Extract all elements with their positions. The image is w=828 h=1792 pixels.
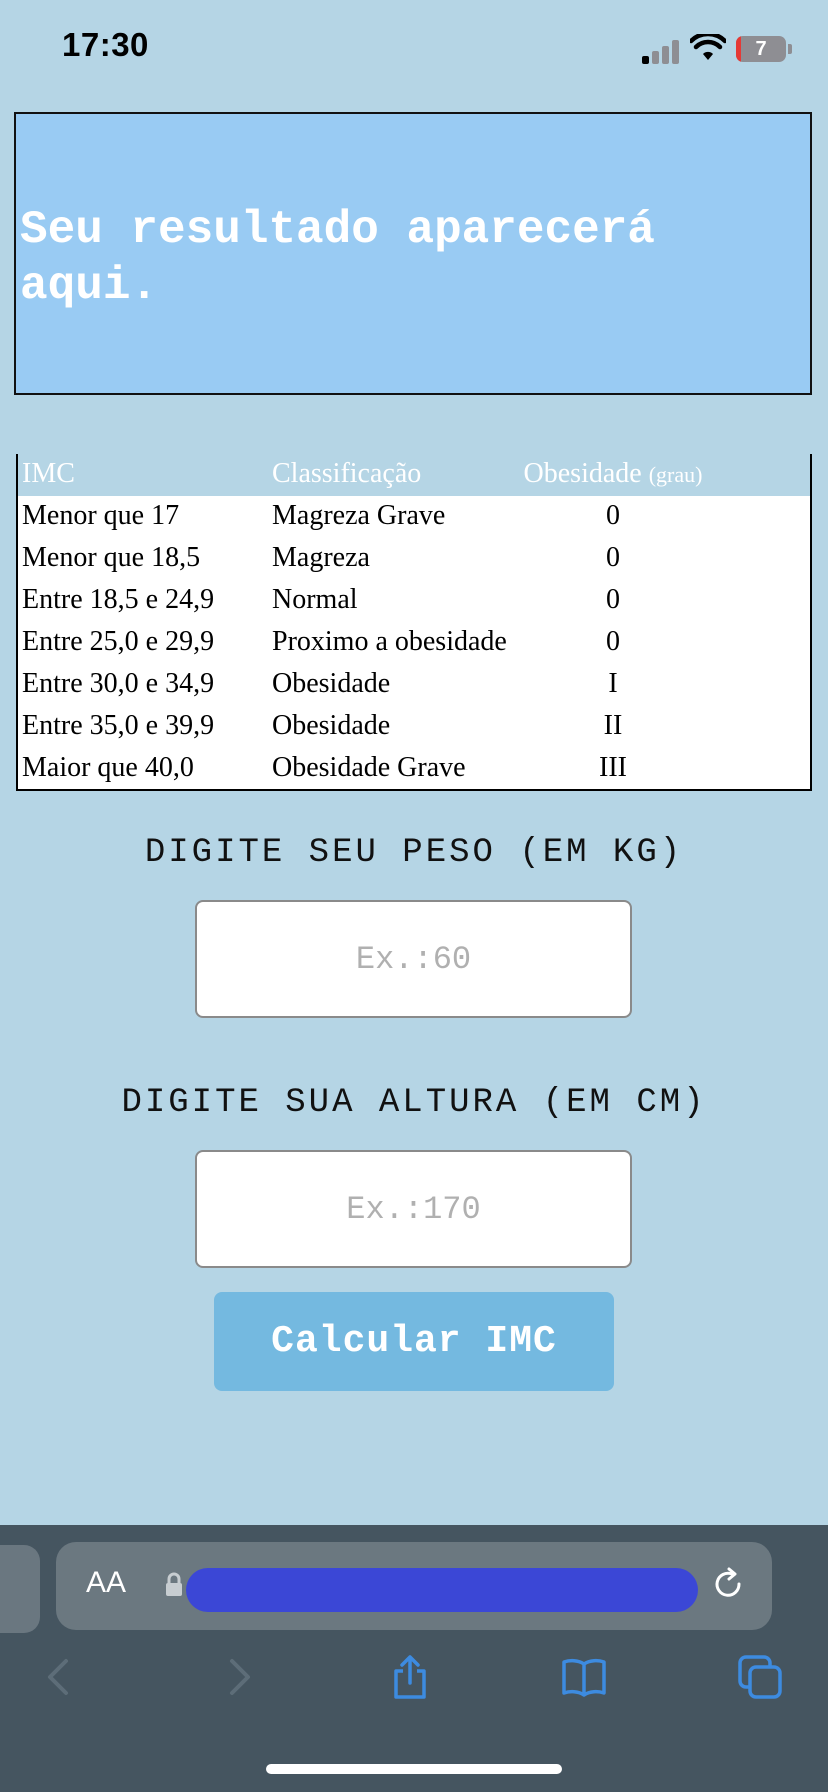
- row-imc: Entre 35,0 e 39,9: [22, 710, 215, 741]
- result-text: Seu resultado aparecerá aqui.: [20, 204, 655, 312]
- row-imc: Entre 25,0 e 29,9: [22, 626, 215, 657]
- row-classification: Normal: [272, 584, 358, 615]
- table-row: Entre 18,5 e 24,9 Normal 0: [18, 580, 810, 622]
- lock-icon: [166, 1572, 182, 1596]
- header-imc: IMC: [22, 458, 75, 489]
- height-input[interactable]: [195, 1150, 632, 1268]
- table-row: Maior que 40,0 Obesidade Grave III: [18, 748, 810, 790]
- row-imc: Menor que 18,5: [22, 542, 201, 573]
- wifi-icon: [690, 34, 726, 60]
- height-label: DIGITE SUA ALTURA (EM CM): [121, 1084, 707, 1122]
- battery-tip: [788, 44, 792, 54]
- row-classification: Magreza: [272, 542, 370, 573]
- row-grade: I: [608, 668, 618, 699]
- bookmarks-icon[interactable]: [562, 1655, 606, 1699]
- reload-icon[interactable]: [710, 1566, 746, 1602]
- table-row: Menor que 18,5 Magreza 0: [18, 538, 810, 580]
- row-imc: Entre 30,0 e 34,9: [22, 668, 215, 699]
- row-grade: 0: [606, 542, 620, 573]
- row-classification: Obesidade: [272, 710, 391, 741]
- battery-icon: 7: [736, 36, 786, 62]
- header-classification: Classificação: [272, 458, 422, 489]
- row-classification: Proximo a obesidade: [272, 626, 507, 657]
- share-icon[interactable]: [388, 1655, 432, 1699]
- text-size-button[interactable]: AA: [86, 1566, 126, 1600]
- weight-input[interactable]: [195, 900, 632, 1018]
- table-row: Entre 35,0 e 39,9 Obesidade II: [18, 706, 810, 748]
- result-box: Seu resultado aparecerá aqui.: [14, 112, 812, 395]
- signal-icon: [642, 38, 682, 64]
- row-classification: Magreza Grave: [272, 500, 446, 531]
- row-imc: Maior que 40,0: [22, 752, 194, 783]
- row-classification: Obesidade: [272, 668, 391, 699]
- row-imc: Entre 18,5 e 24,9: [22, 584, 215, 615]
- status-icons: 7: [642, 32, 792, 66]
- row-grade: II: [603, 710, 623, 741]
- row-grade: 0: [606, 626, 620, 657]
- imc-table: IMC Classificação Obesidade (grau) Menor…: [16, 454, 812, 791]
- back-icon[interactable]: [38, 1655, 82, 1699]
- address-bar[interactable]: AA: [56, 1542, 772, 1630]
- header-obesity-label: Obesidade: [523, 458, 642, 489]
- previous-tab-pill[interactable]: [0, 1545, 40, 1633]
- table-row: Entre 30,0 e 34,9 Obesidade I: [18, 664, 810, 706]
- browser-bar: AA: [0, 1525, 828, 1792]
- header-obesity-unit: (grau): [648, 462, 703, 487]
- row-imc: Menor que 17: [22, 500, 180, 531]
- forward-icon[interactable]: [216, 1655, 260, 1699]
- text-size-label: AA: [86, 1566, 127, 1599]
- header-obesity: Obesidade (grau): [498, 458, 728, 490]
- home-indicator[interactable]: [266, 1764, 562, 1774]
- status-time: 17:30: [62, 26, 149, 63]
- table-row: Entre 25,0 e 29,9 Proximo a obesidade 0: [18, 622, 810, 664]
- calculate-button[interactable]: Calcular IMC: [214, 1292, 614, 1391]
- table-header: IMC Classificação Obesidade (grau): [18, 454, 810, 496]
- row-grade: 0: [606, 500, 620, 531]
- row-grade: 0: [606, 584, 620, 615]
- redacted-url[interactable]: [186, 1568, 698, 1612]
- row-classification: Obesidade Grave: [272, 752, 466, 783]
- table-row: Menor que 17 Magreza Grave 0: [18, 496, 810, 538]
- battery-level: 7: [755, 38, 767, 60]
- row-grade: III: [599, 752, 627, 783]
- weight-label: DIGITE SEU PESO (EM KG): [144, 834, 684, 872]
- tabs-icon[interactable]: [738, 1655, 782, 1699]
